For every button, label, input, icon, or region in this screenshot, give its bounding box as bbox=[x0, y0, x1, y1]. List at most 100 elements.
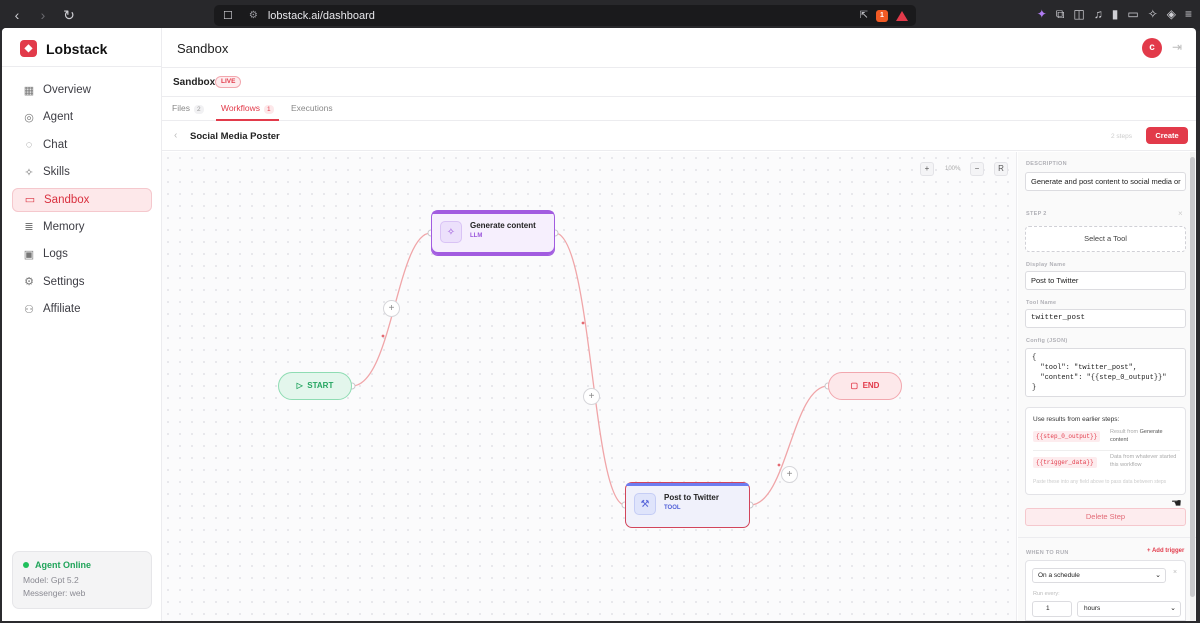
forward-icon[interactable]: › bbox=[36, 7, 50, 24]
sparkle-icon: ✧ bbox=[24, 166, 34, 179]
trigger-type-select[interactable]: On a schedule ⌄ bbox=[1032, 568, 1166, 583]
site-settings-icon[interactable]: ⚙ bbox=[249, 10, 258, 21]
wallet-icon[interactable]: ▭ bbox=[1127, 7, 1138, 22]
sidebar-item-affiliate[interactable]: ⚇ Affiliate bbox=[12, 297, 152, 321]
add-step-button[interactable]: + bbox=[781, 466, 798, 483]
main-content: Sandbox c ⇥ Sandbox LIVE Files 2 Workflow… bbox=[162, 28, 1196, 621]
status-badge: LIVE bbox=[215, 76, 242, 88]
url-text[interactable]: lobstack.ai/dashboard bbox=[268, 10, 375, 22]
brave-shield-icon[interactable]: 1 bbox=[876, 9, 888, 22]
tab-label: Files bbox=[172, 103, 190, 113]
panel-scrollbar[interactable] bbox=[1190, 152, 1195, 621]
end-label: END bbox=[862, 381, 880, 390]
add-step-button[interactable]: + bbox=[383, 300, 400, 317]
panel-divider bbox=[1018, 537, 1196, 538]
config-label: Config (JSON) bbox=[1026, 338, 1068, 344]
sidebar-item-label: Memory bbox=[43, 220, 85, 233]
select-tool-button[interactable]: Select a Tool bbox=[1025, 226, 1186, 252]
tool-name-label: Tool Name bbox=[1026, 300, 1057, 306]
hand-cursor-icon: ☚ bbox=[1171, 496, 1182, 510]
tool-node[interactable]: ⚒ Post to Twitter TOOL bbox=[625, 482, 750, 528]
tab-executions[interactable]: Executions bbox=[291, 97, 333, 121]
create-button[interactable]: Create bbox=[1146, 127, 1188, 144]
reload-icon[interactable]: ↻ bbox=[62, 7, 76, 24]
avatar[interactable]: c bbox=[1142, 38, 1162, 58]
workflow-title: Social Media Poster bbox=[190, 131, 280, 142]
workflow-canvas[interactable]: + 100% − R + + + ▷ START ▢ END ✧ Generat… bbox=[162, 152, 1017, 621]
tab-label: Executions bbox=[291, 103, 333, 113]
sidebar-item-settings[interactable]: ⚙ Settings bbox=[12, 270, 152, 294]
tab-workflows[interactable]: Workflows 1 bbox=[216, 97, 279, 121]
run-every-input[interactable]: 1 bbox=[1032, 601, 1072, 617]
node-type: LLM bbox=[470, 233, 483, 239]
browser-toolbar: ‹ › ↻ ☐ ⚙ lobstack.ai/dashboard ⇱ 1 ✦ ⧉ … bbox=[0, 0, 1200, 31]
llm-node[interactable]: ✧ Generate content LLM bbox=[431, 210, 555, 256]
back-icon[interactable]: ‹ bbox=[10, 7, 24, 24]
chat-icon: ◌ bbox=[25, 138, 33, 151]
agent-online-label: Agent Online bbox=[35, 560, 91, 570]
sidebar-item-memory[interactable]: ≣ Memory bbox=[12, 215, 152, 239]
description-input[interactable]: Generate and post content to social medi… bbox=[1025, 172, 1186, 191]
chevron-left-icon[interactable]: ‹ bbox=[174, 130, 177, 141]
play-icon: ▷ bbox=[296, 381, 303, 390]
ref-title: Use results from earlier steps: bbox=[1033, 416, 1120, 423]
variable-tag[interactable]: {{trigger_data}} bbox=[1033, 457, 1097, 468]
end-node[interactable]: ▢ END bbox=[828, 372, 902, 400]
variable-reference-box: Use results from earlier steps: {{step_0… bbox=[1025, 407, 1186, 495]
add-trigger-button[interactable]: + Add trigger bbox=[1147, 548, 1184, 554]
sidebar-item-label: Skills bbox=[43, 166, 70, 179]
grid-icon: ▦ bbox=[23, 84, 35, 97]
sparkle-ext-icon[interactable]: ✧ bbox=[1148, 7, 1158, 22]
variable-tag[interactable]: {{step_0_output}} bbox=[1033, 431, 1101, 442]
run-every-unit-select[interactable]: hours ⌄ bbox=[1077, 601, 1181, 617]
vpn-icon[interactable]: ◈ bbox=[1167, 7, 1176, 22]
lobster-logo-icon: ◆ bbox=[20, 40, 37, 57]
sidebar-item-agent[interactable]: ◎ Agent bbox=[12, 105, 152, 129]
agent-online-status: Agent Online bbox=[23, 560, 141, 570]
sidebar-item-label: Sandbox bbox=[44, 193, 90, 206]
agent-meta: Model: Gpt 5.2 Messenger: web bbox=[23, 574, 141, 600]
close-step-icon[interactable]: × bbox=[1178, 209, 1183, 218]
start-label: START bbox=[307, 381, 334, 390]
agent-model: Model: Gpt 5.2 bbox=[23, 575, 79, 585]
sidebar-item-logs[interactable]: ▣ Logs bbox=[12, 242, 152, 266]
menu-icon[interactable]: ≡ bbox=[1185, 7, 1192, 22]
node-name: Generate content bbox=[470, 221, 536, 230]
add-step-button[interactable]: + bbox=[583, 388, 600, 405]
tool-name-input[interactable]: twitter_post bbox=[1025, 309, 1186, 328]
scrollbar-thumb[interactable] bbox=[1190, 157, 1195, 597]
logout-icon[interactable]: ⇥ bbox=[1172, 40, 1182, 54]
sidebar-item-overview[interactable]: ▦ Overview bbox=[12, 78, 152, 102]
sidebar-item-label: Agent bbox=[43, 111, 74, 124]
sidebar-divider bbox=[2, 66, 162, 67]
remove-trigger-icon[interactable]: × bbox=[1173, 569, 1177, 576]
tab-files[interactable]: Files 2 bbox=[172, 97, 204, 121]
sidebar-item-label: Logs bbox=[43, 248, 68, 261]
extensions-icon[interactable]: ⧉ bbox=[1056, 7, 1065, 22]
sandbox-tabs: Files 2 Workflows 1 Executions bbox=[162, 97, 1196, 121]
display-name-input[interactable]: Post to Twitter bbox=[1025, 271, 1186, 290]
config-json-textarea[interactable]: { "tool": "twitter_post", "content": "{{… bbox=[1025, 348, 1186, 397]
share-icon[interactable]: ⇱ bbox=[860, 10, 868, 21]
sidebar-toggle-icon[interactable]: ▮ bbox=[1112, 7, 1119, 22]
brave-rewards-icon[interactable] bbox=[896, 10, 908, 21]
brand[interactable]: ◆ Lobstack bbox=[20, 40, 107, 57]
sidebar-item-chat[interactable]: ◌ Chat bbox=[12, 133, 152, 157]
trigger-card: On a schedule ⌄ × Run every: 1 hours ⌄ bbox=[1025, 560, 1186, 621]
when-to-run-label: WHEN TO RUN bbox=[1026, 550, 1069, 556]
bookmark-icon[interactable]: ☐ bbox=[223, 9, 233, 22]
edge-dot bbox=[381, 334, 385, 338]
step-config-panel: DESCRIPTION Generate and post content to… bbox=[1018, 152, 1196, 621]
delete-step-button[interactable]: Delete Step bbox=[1025, 508, 1186, 526]
description-label: DESCRIPTION bbox=[1026, 161, 1067, 167]
sidebar-item-label: Overview bbox=[43, 84, 91, 96]
trigger-type-value: On a schedule bbox=[1038, 572, 1080, 579]
sidebar-item-skills[interactable]: ✧ Skills bbox=[12, 160, 152, 184]
sidebar-item-label: Settings bbox=[43, 275, 85, 288]
screenshot-icon[interactable]: ◫ bbox=[1073, 7, 1084, 22]
leo-icon[interactable]: ✦ bbox=[1037, 7, 1047, 22]
address-bar[interactable]: ☐ ⚙ lobstack.ai/dashboard ⇱ 1 bbox=[214, 5, 916, 26]
start-node[interactable]: ▷ START bbox=[278, 372, 352, 400]
media-icon[interactable]: ♫ bbox=[1094, 7, 1103, 22]
sidebar-item-sandbox[interactable]: ▭ Sandbox bbox=[12, 187, 152, 212]
